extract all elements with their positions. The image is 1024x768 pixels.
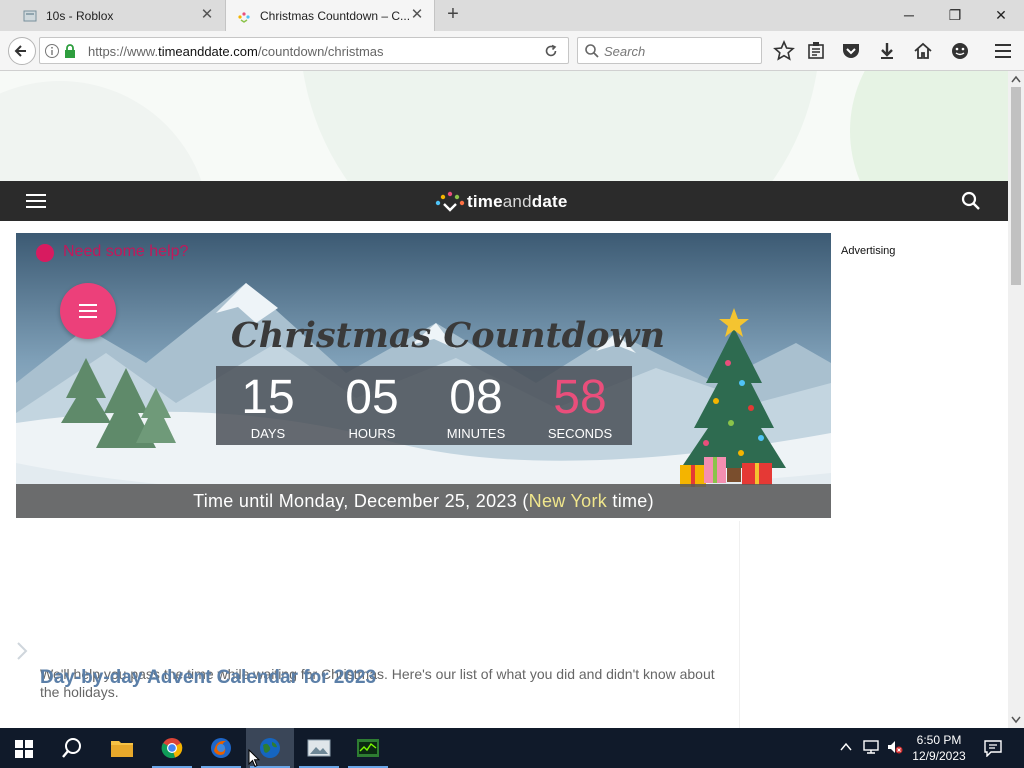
counter-hours: 05 HOURS (320, 366, 424, 445)
site-menu-icon[interactable] (26, 194, 46, 208)
menu-line (79, 304, 97, 306)
web-page: timeanddate Need some help? Christmas Co… (0, 71, 1008, 728)
tab-title: 10s - Roblox (46, 8, 114, 23)
hamburger-menu-icon[interactable] (992, 40, 1014, 62)
taskbar-task-manager[interactable] (344, 728, 392, 768)
site-header: timeanddate (0, 181, 1008, 221)
site-search-icon[interactable] (961, 191, 981, 211)
browser-nav-bar: https://www.timeanddate.com/countdown/ch… (0, 31, 1024, 71)
hours-value: 05 (345, 371, 399, 424)
minimize-icon[interactable]: ─ (886, 0, 932, 30)
reading-list-icon[interactable] (805, 40, 827, 62)
taskbar-chrome[interactable] (148, 728, 196, 768)
city-link[interactable]: New York (529, 491, 607, 511)
tab-close-icon[interactable]: ✕ (200, 7, 214, 22)
scroll-thumb[interactable] (1011, 87, 1021, 285)
pocket-icon[interactable] (840, 40, 862, 62)
tab-roblox[interactable]: 10s - Roblox ✕ (0, 0, 224, 31)
firefox-icon (211, 738, 231, 758)
taskbar-file-explorer[interactable] (98, 728, 146, 768)
restore-icon[interactable]: ❐ (932, 0, 978, 30)
system-clock[interactable]: 6:50 PM 12/9/2023 (908, 732, 970, 764)
days-label: DAYS (250, 426, 286, 441)
scroll-down-icon[interactable] (1011, 716, 1021, 724)
tab-christmas-countdown[interactable]: Christmas Countdown – C... ✕ (225, 0, 435, 31)
menu-line (79, 310, 97, 312)
page-scrollbar[interactable] (1008, 71, 1024, 728)
timeanddate-logo-icon (435, 191, 465, 212)
download-icon[interactable] (876, 40, 898, 62)
back-arrow-icon (14, 45, 26, 57)
task-manager-icon (357, 739, 379, 757)
back-button[interactable] (8, 37, 36, 65)
globe-icon (260, 738, 280, 758)
counter-minutes: 08 MINUTES (424, 366, 528, 445)
minutes-value: 08 (449, 371, 503, 424)
bookmark-star-icon[interactable] (773, 40, 795, 62)
top-ad-banner[interactable] (0, 71, 1008, 181)
seconds-label: SECONDS (547, 426, 613, 441)
countdown-counter: 15 DAYS 05 HOURS 08 MINUTES 58 SECONDS (216, 366, 632, 445)
counter-seconds: 58 SECONDS (528, 366, 632, 445)
folder-icon (111, 741, 133, 757)
timeanddate-favicon-icon (236, 8, 252, 24)
url-text[interactable]: https://www.timeanddate.com/countdown/ch… (88, 44, 384, 59)
network-icon[interactable] (862, 739, 880, 755)
advertising-label: Advertising (841, 245, 896, 257)
search-icon (585, 44, 599, 58)
info-icon[interactable] (44, 43, 60, 59)
windows-logo-icon (15, 740, 33, 758)
mouse-cursor-icon (248, 749, 260, 768)
extension-smiley-icon[interactable] (949, 40, 971, 62)
reload-icon[interactable] (543, 43, 559, 59)
tab-close-icon[interactable]: ✕ (410, 7, 424, 22)
lock-icon (65, 44, 75, 58)
countdown-title: Christmas Countdown (230, 315, 666, 356)
taskbar-photo-app[interactable] (295, 728, 343, 768)
chrome-icon (161, 738, 183, 759)
site-logo[interactable]: timeanddate (467, 192, 568, 212)
chevron-right-icon[interactable] (16, 641, 30, 661)
home-icon[interactable] (912, 40, 934, 62)
address-bar[interactable]: https://www.timeanddate.com/countdown/ch… (39, 37, 569, 64)
seconds-value: 58 (553, 371, 607, 424)
taskbar-firefox[interactable] (197, 728, 245, 768)
need-help-link[interactable]: Need some help? (63, 243, 188, 261)
search-icon (62, 738, 81, 758)
roblox-favicon-icon (22, 8, 38, 24)
countdown-card: Need some help? Christmas Countdown 15 D… (16, 233, 831, 518)
windows-taskbar: 6:50 PM 12/9/2023 (0, 728, 1024, 768)
chevron-up-icon[interactable] (840, 742, 852, 752)
browser-tab-bar: 10s - Roblox ✕ Christmas Countdown – C..… (0, 0, 1024, 31)
hours-label: HOURS (348, 426, 396, 441)
new-tab-button[interactable]: + (443, 4, 463, 25)
clock-date: 12/9/2023 (912, 749, 966, 763)
search-bar[interactable]: Search (577, 37, 762, 64)
advent-calendar-link[interactable]: Day-by-day Advent Calendar for 2023 (40, 667, 376, 689)
clock-time: 6:50 PM (916, 733, 962, 747)
counter-days: 15 DAYS (216, 366, 320, 445)
help-icon[interactable] (36, 244, 54, 262)
time-until-caption: Time until Monday, December 25, 2023 (Ne… (16, 484, 831, 518)
article-area: We'll help you pass the time while waiti… (16, 521, 740, 728)
window-close-icon[interactable]: ✕ (978, 0, 1024, 30)
days-value: 15 (241, 371, 295, 424)
image-viewer-icon (307, 739, 331, 757)
volume-muted-icon[interactable] (886, 739, 904, 755)
notifications-icon[interactable] (983, 739, 1003, 757)
ad-background-decoration (0, 71, 1008, 181)
minutes-label: MINUTES (446, 426, 506, 441)
search-placeholder: Search (604, 44, 646, 59)
tab-title: Christmas Countdown – C... (260, 8, 411, 23)
scroll-up-icon[interactable] (1011, 75, 1021, 83)
start-button[interactable] (0, 728, 48, 768)
taskbar-search-button[interactable] (48, 728, 96, 768)
